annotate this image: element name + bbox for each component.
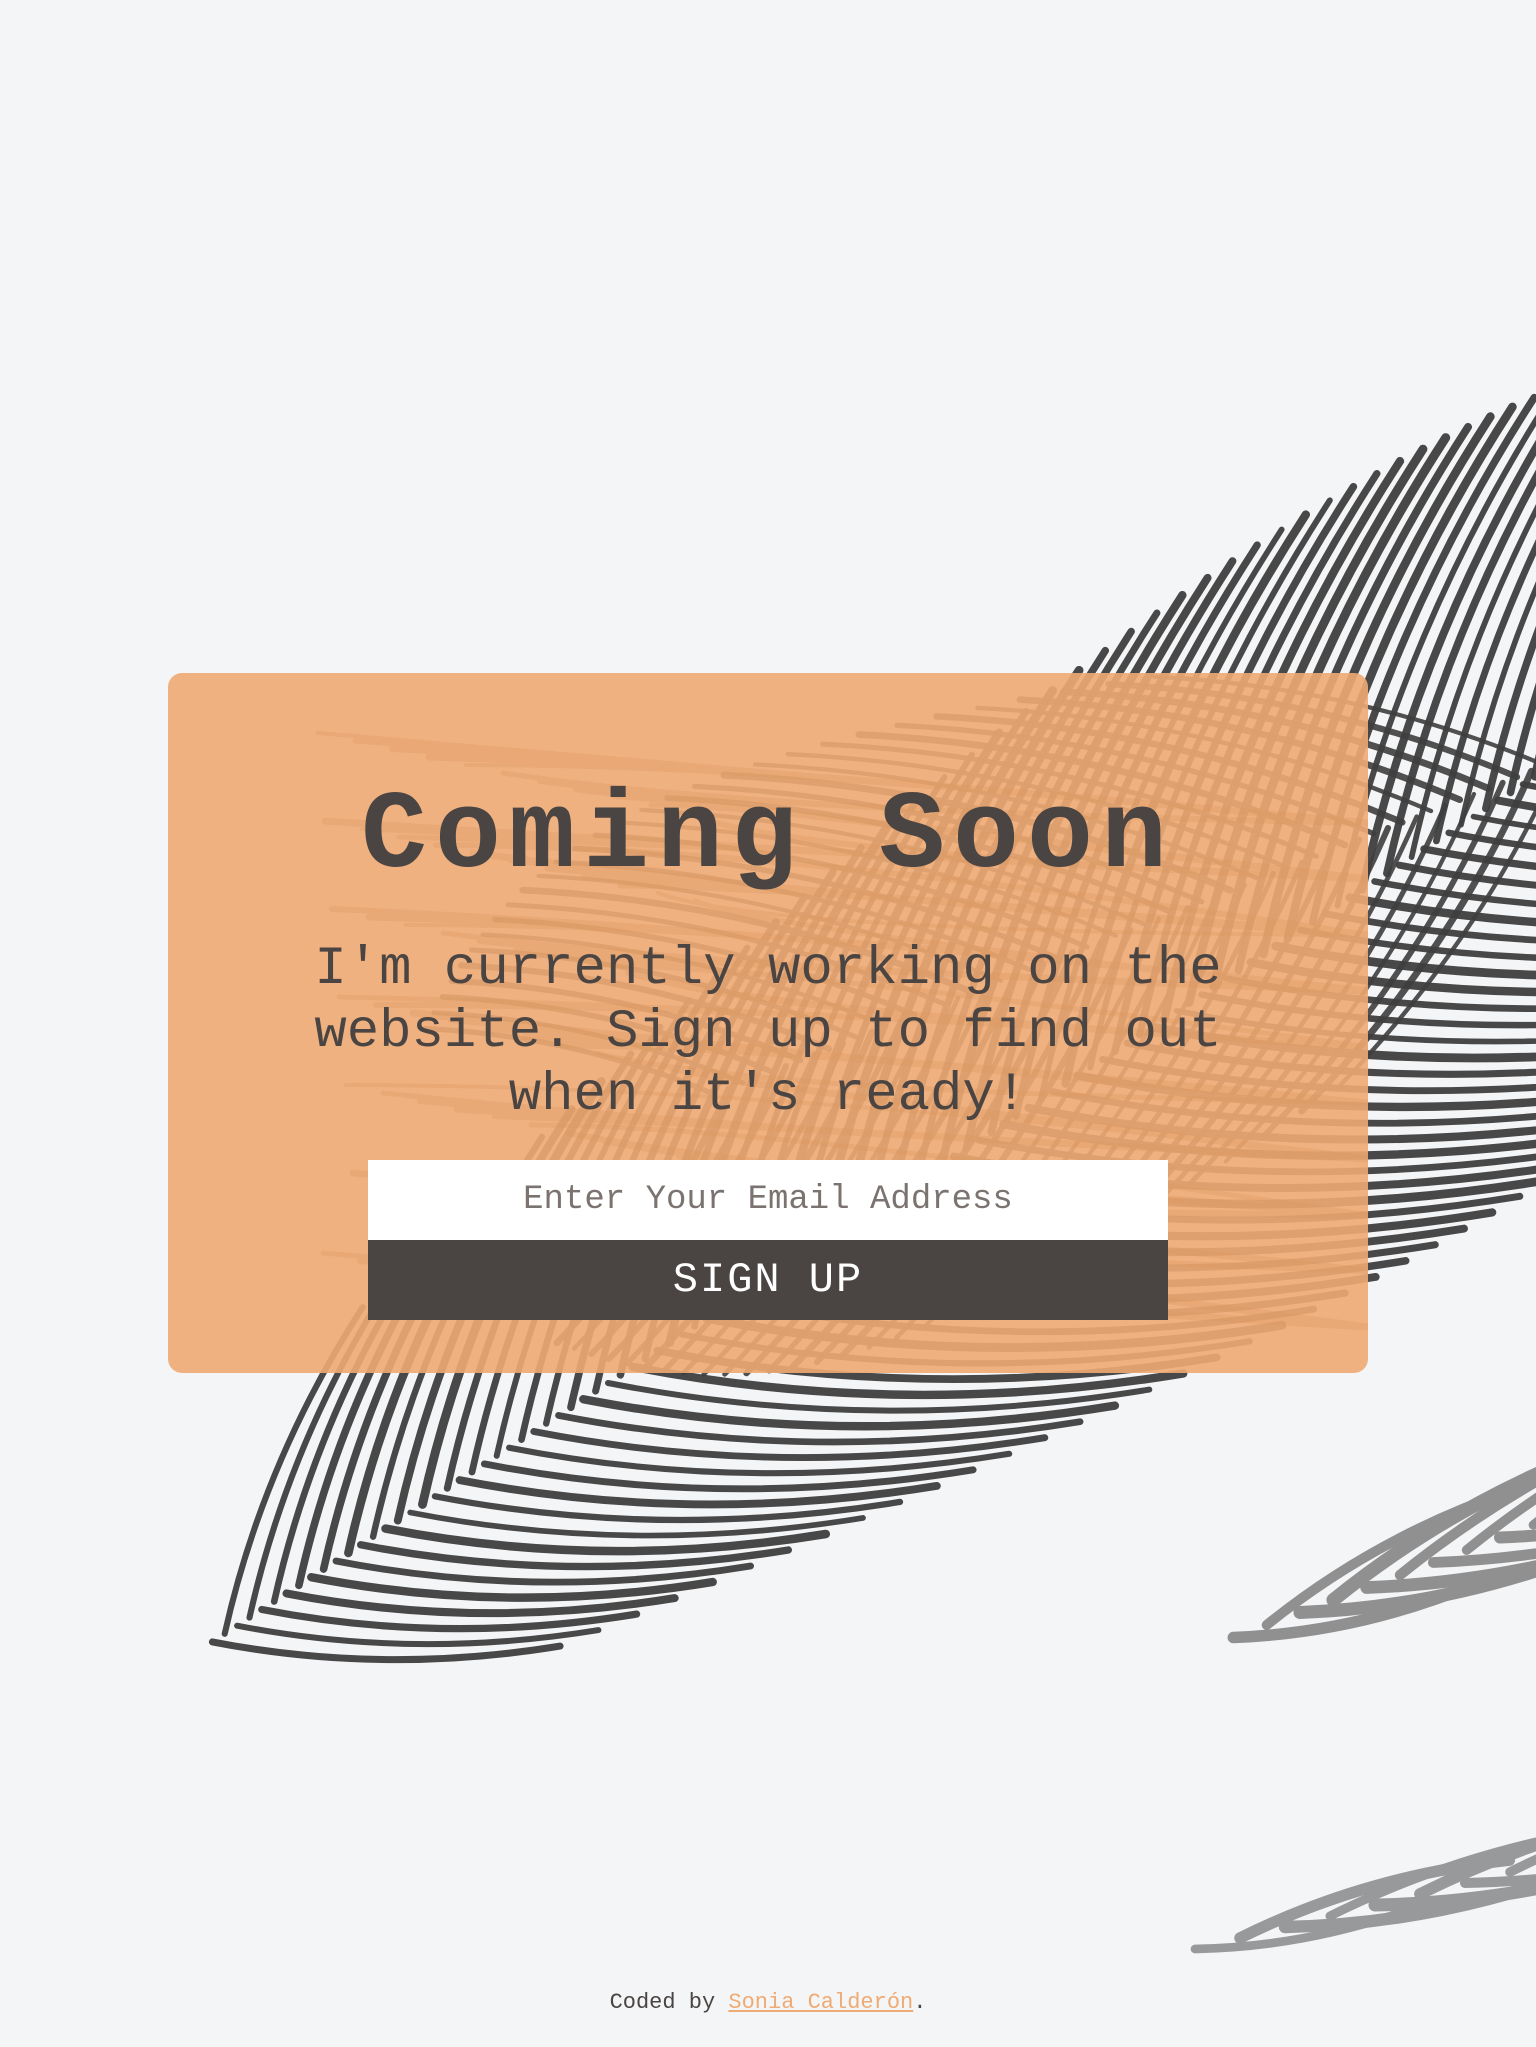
- page-title: Coming Soon: [168, 778, 1368, 898]
- page-subtitle: I'm currently working on the website. Si…: [268, 938, 1268, 1127]
- page: Coming Soon I'm currently working on the…: [0, 0, 1536, 2047]
- coming-soon-card: Coming Soon I'm currently working on the…: [168, 673, 1368, 1373]
- palm-frond-blur-2: [1195, 1775, 1536, 1949]
- palm-frond-blur-1: [1233, 1360, 1536, 1638]
- footer-prefix: Coded by: [610, 1990, 729, 2015]
- card-content: Coming Soon I'm currently working on the…: [168, 673, 1368, 1373]
- signup-button[interactable]: SIGN UP: [368, 1240, 1168, 1320]
- author-link[interactable]: Sonia Calderón: [728, 1990, 913, 2015]
- footer-credit: Coded by Sonia Calderón.: [0, 1990, 1536, 2015]
- footer-suffix: .: [913, 1990, 926, 2015]
- email-input[interactable]: [368, 1160, 1168, 1240]
